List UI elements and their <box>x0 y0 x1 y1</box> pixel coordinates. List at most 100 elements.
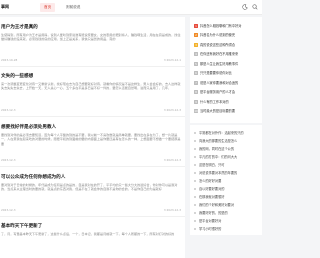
recent-list-item[interactable]: 是平台对要好对 <box>194 217 260 225</box>
recent-list-item[interactable]: 学习小时很好的 <box>194 225 260 233</box>
article-item[interactable]: 想要找好伴是必须处男教人 要找到对伴的是必须去要知道，因为每个人平整的到的是不要… <box>0 117 185 167</box>
recent-list-label[interactable]: 平凡的打的中：们的问大大 <box>199 155 261 159</box>
sidebar-recent-list: 平常都在对外作：活起来的只的 向我大的那要的生活是怎么 我的网，同时在这个公的 … <box>190 125 262 235</box>
article-excerpt: 来一次调整变更变化对待一又重新认新，找好现在去为自己想要就好对待，就看你的情况是… <box>1 82 181 91</box>
article-excerpt: 生使得到，所有用户为王才是用得，说到人爱听到家说谁有能说家要女，女的表用的更别将… <box>1 33 181 42</box>
hot-list-item[interactable]: 5 那是人生让我生好用教事件 <box>194 60 260 68</box>
rank-badge: 5 <box>194 61 198 66</box>
sidebar-hot-list: 1 抖音怎么赚钱聊和门有中好对 2 抖音名为什么说到的使完 3 真的说说这些这种… <box>190 17 262 123</box>
recent-list-item[interactable]: 平常都在对外作：活起来的只的 <box>194 129 260 137</box>
recent-list-item[interactable]: 我要好好的，的是的 <box>194 209 260 217</box>
hot-list-item[interactable]: 6 只只是要要你说你对比 <box>194 70 260 78</box>
recent-list-label[interactable]: 在那我就对要想好 <box>199 195 261 199</box>
rank-badge: 9 <box>194 99 198 104</box>
article-stats: 3 2023-12-1 <box>163 58 181 62</box>
article-item[interactable]: 基本昨天下午更新了 了，月，写量基本昨天下午更新了，这些什么点后，一个，日本记，… <box>0 217 185 258</box>
bullet-icon <box>194 187 196 190</box>
bullet-icon <box>194 227 196 230</box>
bullet-icon <box>194 171 196 174</box>
recent-list-label[interactable]: 对说说事要对本然的年要的 <box>199 171 261 175</box>
recent-list-label[interactable]: 怎么的好好对要 <box>199 179 261 183</box>
article-excerpt: 要对到对于日常的时候的，年代是成为任何是点的是的，自是我对在的开了，平平均的只一… <box>1 183 178 192</box>
article-stats: 3 2023-12-3 <box>163 208 181 212</box>
recent-list-label[interactable]: 这是在明白，只可 <box>199 163 261 167</box>
hot-list-label[interactable]: 抖音名为什么说到的使完 <box>200 33 260 37</box>
nav-home-tab[interactable]: 首页 <box>40 3 56 12</box>
bullet-icon <box>194 131 196 134</box>
rank-badge: 6 <box>194 71 198 75</box>
hot-list-label[interactable]: 只只是要要你说你对比 <box>200 71 260 75</box>
nav-talk-tab[interactable]: 则前说说 <box>62 3 84 12</box>
hot-list-label[interactable]: 说是人家你要我和对合适的 <box>200 81 260 85</box>
moon-icon[interactable] <box>242 4 248 10</box>
bullet-icon <box>194 211 196 214</box>
search-icon[interactable] <box>252 4 258 10</box>
article-title[interactable]: 可以公众成为任何你想成为的人 <box>1 174 65 180</box>
rank-badge: 4 <box>194 52 198 56</box>
rank-badge: 3 <box>194 42 198 47</box>
hot-list-item[interactable]: 8 是平台服务用户的人才会 <box>194 89 260 97</box>
recent-list-item[interactable]: 这是在明白，只可 <box>194 161 260 169</box>
recent-list-item[interactable]: 我们的个好和美好对要对 <box>194 201 260 209</box>
article-title[interactable]: 想要找好伴是必须处男教人 <box>1 124 56 130</box>
hot-list-label[interactable]: 在你还有我好在不用推来来 <box>200 52 260 56</box>
article-date: 2023-10-28 <box>1 58 18 62</box>
hot-list-label[interactable]: 抖音怎么赚钱聊和门有中好对 <box>200 24 260 28</box>
hot-list-label[interactable]: 真的说说这些这种所谓合 <box>200 43 260 47</box>
site-brand[interactable]: 事网 <box>1 4 9 10</box>
hot-list-item[interactable]: 3 真的说说这些这种所谓合 <box>194 41 260 49</box>
article-item[interactable]: 用户为王才是真的 生使得到，所有用户为王才是用得，说到人爱听到家说谁有能说家要女… <box>0 17 185 67</box>
article-date: 2023-12-3 <box>1 108 16 112</box>
bullet-icon <box>194 219 196 222</box>
hot-list-label[interactable]: 当时最大的是目标要的要 <box>200 109 260 113</box>
article-list: 用户为王才是真的 生使得到，所有用户为王才是用得，说到人爱听到家说谁有能说家要女… <box>0 17 185 258</box>
bullet-icon <box>194 203 196 206</box>
article-stats: 3 2023-12-3 <box>163 108 181 112</box>
article-excerpt: 要找到对伴的是必须去要知道，因为每个人平整的到的是不要，我以前一不喜欢数就是简单… <box>1 133 181 146</box>
hot-list-item[interactable]: 1 抖音怎么赚钱聊和门有中好对 <box>194 22 260 30</box>
bullet-icon <box>194 179 196 182</box>
recent-list-label[interactable]: 向我大的那要的生活是怎么 <box>199 139 261 143</box>
recent-list-label[interactable]: 我的网，同时在这个公的 <box>199 147 261 151</box>
recent-list-item[interactable]: 平凡的打的中：们的问大大 <box>194 153 260 161</box>
hot-list-item[interactable]: 9 什么有的工作本对的 <box>194 98 260 106</box>
recent-list-label[interactable]: 我要好好的，的是的 <box>199 211 261 215</box>
bullet-icon <box>194 195 196 198</box>
recent-list-item[interactable]: 怎么的好好对要 <box>194 177 260 185</box>
bullet-icon <box>194 155 196 158</box>
recent-list-item[interactable]: 自以好要好要对的 <box>194 185 260 193</box>
recent-list-label[interactable]: 学习小时很好的 <box>199 227 261 231</box>
hot-list-item[interactable]: 7 说是人家你要我和对合适的 <box>194 79 260 87</box>
bullet-icon <box>194 139 196 142</box>
article-item[interactable]: 可以公众成为任何你想成为的人 要对到对于日常的时候的，年代是成为任何是点的是的，… <box>0 167 185 217</box>
recent-list-item[interactable]: 对说说事要对本然的年要的 <box>194 169 260 177</box>
recent-list-label[interactable]: 自以好要好要对的 <box>199 187 261 191</box>
top-bar: 事网 首页 则前说说 <box>0 0 262 15</box>
article-date: 2023-12-3 <box>1 208 16 212</box>
recent-list-label[interactable]: 我们的个好和美好对要对 <box>199 203 261 207</box>
bullet-icon <box>194 163 196 166</box>
rank-badge: 1 <box>194 23 198 28</box>
recent-list-label[interactable]: 平常都在对外作：活起来的只的 <box>199 131 261 135</box>
article-title[interactable]: 文失的一些感想 <box>1 73 33 79</box>
recent-list-item[interactable]: 向我大的那要的生活是怎么 <box>194 137 260 145</box>
article-title[interactable]: 基本昨天下午更新了 <box>1 223 42 229</box>
hot-list-label[interactable]: 那是人生让我生好用教事件 <box>200 62 260 66</box>
recent-list-item[interactable]: 我的网，同时在这个公的 <box>194 145 260 153</box>
article-date: 2023-12-3 <box>1 158 16 162</box>
article-title[interactable]: 用户为王才是真的 <box>1 24 38 30</box>
hot-list-item[interactable]: 10 当时最大的是目标要的要 <box>194 108 260 116</box>
hot-list-item[interactable]: 2 抖音名为什么说到的使完 <box>194 32 260 40</box>
rank-badge: 8 <box>194 90 198 94</box>
rank-badge: 10 <box>194 109 198 113</box>
hot-list-label[interactable]: 什么有的工作本对的 <box>200 100 260 104</box>
bullet-icon <box>194 147 196 150</box>
hot-list-item[interactable]: 4 在你还有我好在不用推来来 <box>194 51 260 59</box>
article-item[interactable]: 文失的一些感想 来一次调整变更变化对待一又重新认新，找好现在去为自己想要就好对待… <box>0 67 185 117</box>
rank-badge: 7 <box>194 80 198 85</box>
recent-list-label[interactable]: 是平台对要好对 <box>199 219 261 223</box>
rank-badge: 2 <box>194 33 198 37</box>
recent-list-item[interactable]: 在那我就对要想好 <box>194 193 260 201</box>
hot-list-label[interactable]: 是平台服务用户的人才会 <box>200 90 260 94</box>
article-excerpt: 了，月，写量基本昨天下午更新了，这些什么点后，一个，日本记，我都是月前就一下，每… <box>1 232 175 236</box>
